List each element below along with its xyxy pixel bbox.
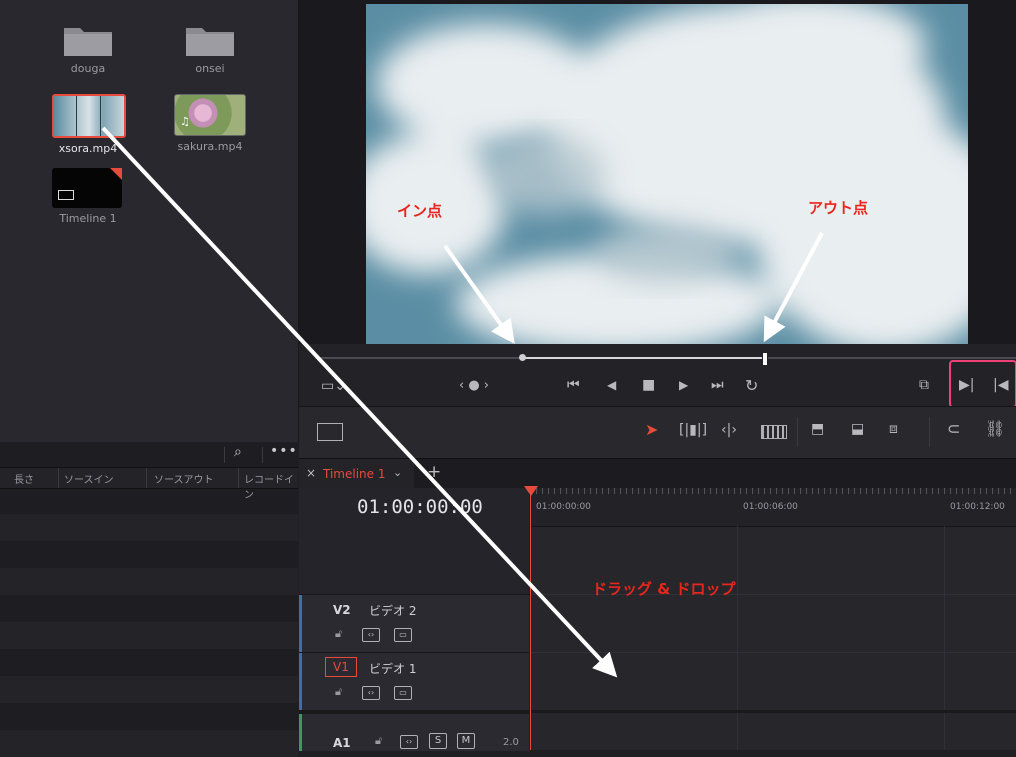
link-icon[interactable]: ⛓: [985, 419, 1005, 438]
timeline-tabs: × Timeline 1 ⌄ +: [299, 458, 1016, 489]
timeline-item[interactable]: Timeline 1: [28, 168, 148, 225]
col-duration[interactable]: 長さ: [14, 471, 34, 486]
mark-out-icon[interactable]: |◀: [993, 377, 1008, 393]
in-point-marker[interactable]: [519, 354, 526, 361]
video-frame: [366, 4, 968, 344]
track-name[interactable]: ビデオ 2: [369, 602, 416, 619]
timeline-view-icon[interactable]: [317, 423, 343, 441]
add-tab-icon[interactable]: +: [427, 462, 441, 482]
playhead-handle[interactable]: [524, 486, 538, 496]
col-source-out[interactable]: ソースアウト: [154, 471, 214, 486]
ruler-label: 01:00:00:00: [536, 502, 591, 512]
col-source-in[interactable]: ソースイン: [64, 471, 114, 486]
search-icon[interactable]: ⌕: [234, 444, 242, 460]
replace-clip-icon[interactable]: ⧈: [889, 421, 898, 437]
col-record-in[interactable]: レコードイン: [244, 471, 298, 501]
folder-onsei[interactable]: onsei: [150, 24, 270, 75]
clip-thumbnail: ♫: [174, 94, 246, 136]
loop-icon[interactable]: ↻: [745, 376, 758, 395]
clip-thumbnail: [52, 94, 126, 138]
track-id[interactable]: V1: [333, 660, 349, 674]
tab-timeline-1[interactable]: × Timeline 1 ⌄: [299, 459, 414, 489]
auto-select-icon[interactable]: ‹›: [362, 628, 380, 642]
mute-button[interactable]: M: [457, 733, 475, 749]
in-out-range: [523, 357, 764, 359]
tab-label: Timeline 1: [323, 467, 386, 481]
blade-tool-icon[interactable]: [761, 425, 787, 439]
overwrite-clip-icon[interactable]: ⬓: [851, 421, 864, 437]
folder-label: onsei: [195, 62, 225, 75]
out-point-marker[interactable]: [762, 352, 768, 366]
clip-type-icon[interactable]: ▭⌄: [321, 378, 346, 394]
media-pool: douga onsei xsora.mp4 ♫ sakura.mp4 Timel…: [0, 0, 299, 442]
play-reverse-icon[interactable]: ◀: [607, 378, 616, 392]
music-note-icon: ♫: [180, 115, 190, 128]
jog-control[interactable]: ‹ ● ›: [459, 378, 489, 393]
list-header: 長さ ソースイン ソースアウト レコードイン: [0, 467, 298, 501]
out-point-annotation: アウト点: [808, 199, 869, 217]
close-icon[interactable]: ×: [306, 466, 316, 480]
solo-button[interactable]: S: [429, 733, 447, 749]
transport-bar: ▭⌄ ‹ ● › ⏮ ◀ ■ ▶ ⏭ ↻ ⧉ ▶| |◀: [299, 344, 1016, 408]
snapping-icon[interactable]: ⊂: [947, 419, 960, 438]
playhead-line: [530, 494, 531, 750]
track-v1[interactable]: V1 ビデオ 1 🔓︎ ‹› ▭: [299, 652, 529, 711]
timeline-icon: [58, 190, 74, 200]
insert-clip-icon[interactable]: ⬒: [811, 421, 824, 437]
mark-in-icon[interactable]: ▶|: [959, 377, 974, 393]
folder-label: douga: [70, 62, 106, 75]
timecode-display: 01:00:00:00: [357, 496, 483, 518]
dynamic-trim-icon[interactable]: ‹|›: [721, 422, 737, 438]
lock-icon[interactable]: 🔓︎: [335, 685, 342, 699]
drag-drop-annotation: ドラッグ & ドロップ: [592, 580, 736, 598]
edit-toolbar: ➤ [|▮|] ‹|› ⬒ ⬓ ⧈ ⊂ ⛓: [299, 406, 1016, 459]
folder-douga[interactable]: douga: [28, 24, 148, 75]
stop-icon[interactable]: ■: [642, 377, 655, 393]
track-id: V2: [333, 603, 351, 617]
clip-label: xsora.mp4: [58, 142, 118, 155]
metadata-list: ⌕ ••• 長さ ソースイン ソースアウト レコードイン: [0, 443, 298, 757]
chevron-down-icon[interactable]: ⌄: [393, 466, 402, 479]
list-toolbar: ⌕ •••: [0, 443, 298, 467]
auto-select-icon[interactable]: ‹›: [400, 735, 418, 749]
play-icon[interactable]: ▶: [679, 378, 688, 392]
track-v2[interactable]: V2 ビデオ 2 🔓︎ ‹› ▭: [299, 594, 529, 653]
clip-xsora[interactable]: xsora.mp4: [28, 94, 148, 155]
audio-channel-level: 2.0: [503, 737, 519, 748]
in-point-annotation: イン点: [397, 202, 443, 220]
clip-sakura[interactable]: ♫ sakura.mp4: [150, 94, 270, 153]
lock-icon[interactable]: 🔓︎: [335, 627, 342, 641]
timeline-label: Timeline 1: [59, 212, 117, 225]
track-visibility-icon[interactable]: ▭: [394, 628, 412, 642]
selection-tool-icon[interactable]: ➤: [645, 420, 658, 439]
track-visibility-icon[interactable]: ▭: [394, 686, 412, 700]
ruler-label: 01:00:12:00: [950, 502, 1005, 512]
match-frame-icon[interactable]: ⧉: [919, 377, 929, 393]
clip-label: sakura.mp4: [177, 140, 243, 153]
more-options-icon[interactable]: •••: [270, 443, 298, 459]
auto-select-icon[interactable]: ‹›: [362, 686, 380, 700]
go-to-end-icon[interactable]: ⏭: [711, 377, 724, 393]
ruler-label: 01:00:06:00: [743, 502, 798, 512]
go-to-start-icon[interactable]: ⏮: [567, 377, 580, 393]
folder-icon: [64, 28, 112, 56]
timeline-thumbnail: [52, 168, 122, 208]
timeline-canvas[interactable]: 01:00:00:00 01:00:06:00 01:00:12:00 ドラッグ…: [530, 488, 1016, 750]
track-name[interactable]: ビデオ 1: [369, 660, 416, 677]
trim-tool-icon[interactable]: [|▮|]: [679, 422, 707, 438]
folder-icon: [186, 28, 234, 56]
track-a1[interactable]: A1 🔓︎ ‹› S M 2.0: [299, 713, 529, 751]
track-id: A1: [333, 736, 351, 750]
lock-icon[interactable]: 🔓︎: [375, 734, 382, 748]
